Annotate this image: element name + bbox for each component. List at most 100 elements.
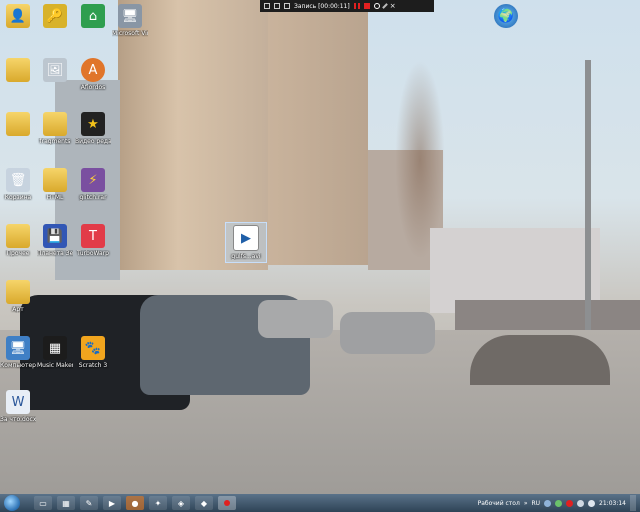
desktop-icon-home[interactable]: ⌂ (75, 4, 111, 30)
floppy-icon: 💾 (43, 224, 67, 248)
desktop-icon-avi-selected[interactable]: ▶ gulfs...avi (225, 222, 267, 263)
desktop-icon-glitch[interactable]: ⚡ glitch.rar (75, 168, 111, 201)
dirt-pile (470, 335, 610, 385)
desktop-icon-key[interactable]: 🔑 (37, 4, 73, 30)
taskbar-network-icon[interactable]: ◈ (172, 496, 190, 510)
desktop-icon-music-maker[interactable]: ▦ Music Maker... (37, 336, 73, 369)
clock[interactable]: 21:03:14 (599, 500, 626, 507)
video-file-icon: ▶ (233, 225, 259, 251)
desktop-icon-scratch[interactable]: 🐾 Scratch 3 (75, 336, 111, 369)
icon-label: HTML (46, 194, 64, 201)
taskbar-recorder-icon[interactable] (218, 496, 236, 510)
icon-label: Прочее (6, 250, 30, 257)
image-file-icon: 🖼 (43, 58, 67, 82)
key-icon: 🔑 (43, 4, 67, 28)
icon-label: Арт (12, 306, 24, 313)
virtual-pc-icon: 🖥 (118, 4, 142, 28)
recording-status: Запись [00:00:11] (294, 2, 350, 10)
desktop-toolbar-label[interactable]: Рабочий стол (478, 500, 520, 507)
system-tray: Рабочий стол » RU 21:03:14 (478, 494, 640, 512)
globe-icon: 🌍 (494, 4, 518, 28)
icon-label: Music Maker... (37, 362, 73, 369)
icon-label: За что.docx (0, 416, 36, 423)
stop-icon[interactable] (363, 3, 370, 9)
icon-label: Компьютер (0, 362, 36, 369)
word-document-icon: W (6, 390, 30, 414)
folder-icon (6, 58, 30, 82)
aflordos-icon: A (81, 58, 105, 82)
icon-label: Aflordos (80, 84, 106, 91)
desktop-icon-image[interactable]: 🖼 (37, 58, 73, 84)
video-editor-icon: ★ (81, 112, 105, 136)
desktop-icon-video-editor[interactable]: ★ Видео редакт... (75, 112, 111, 145)
folder-icon (6, 280, 30, 304)
desktop-icon-turbowarp[interactable]: T TurboWarp (75, 224, 111, 257)
home-icon: ⌂ (81, 4, 105, 28)
crop-icon[interactable] (274, 3, 280, 9)
window-icon[interactable] (284, 3, 290, 9)
icon-label: fragments (39, 138, 71, 145)
archive-icon: ⚡ (81, 168, 105, 192)
taskbar-explorer-icon[interactable]: ▭ (34, 496, 52, 510)
desktop-icon-folder-2[interactable] (0, 112, 36, 138)
desktop-icon-other[interactable]: Прочее (0, 224, 36, 257)
screenshot-icon[interactable] (373, 3, 380, 9)
show-desktop-button[interactable] (630, 495, 636, 511)
language-indicator[interactable]: RU (531, 500, 540, 507)
tray-volume-icon[interactable] (588, 499, 596, 507)
icon-label: Планета Земля (37, 250, 73, 257)
desktop-icon-planet-earth[interactable]: 💾 Планета Земля (37, 224, 73, 257)
pause-icon[interactable] (353, 3, 360, 9)
user-folder-icon: 👤 (6, 4, 30, 28)
taskbar-app-icon[interactable]: ▦ (57, 496, 75, 510)
icon-label: Видео редакт... (75, 138, 111, 145)
folder-icon (6, 224, 30, 248)
utility-pole (585, 60, 591, 350)
grey-car (340, 312, 435, 354)
desktop-icon-fragments[interactable]: fragments (37, 112, 73, 145)
folder-icon (43, 112, 67, 136)
icon-label: Scratch 3 (78, 362, 108, 369)
desktop-icon-docx[interactable]: W За что.docx (0, 390, 36, 423)
desktop-icon-computer[interactable]: 🖥 Компьютер (0, 336, 36, 369)
icon-label: TurboWarp (76, 250, 109, 257)
camera-icon[interactable] (264, 3, 270, 9)
desktop-icon-virtual-pc[interactable]: 🖥 Microsoft Virtual PC (112, 4, 148, 37)
tray-app-icon[interactable] (544, 499, 552, 507)
taskbar-browser-icon[interactable]: ● (126, 496, 144, 510)
chevron-icon[interactable]: » (524, 500, 528, 507)
tray-shield-icon[interactable] (555, 499, 563, 507)
desktop-icon-aflordos[interactable]: A Aflordos (75, 58, 111, 91)
pencil-icon[interactable] (381, 3, 388, 9)
desktop-icon-recycle-bin[interactable]: 🗑 Корзина (0, 168, 36, 201)
music-maker-icon: ▦ (43, 336, 67, 360)
desktop-icon-user[interactable]: 👤 (0, 4, 36, 30)
scratch-icon: 🐾 (81, 336, 105, 360)
desktop-icon-html[interactable]: HTML (37, 168, 73, 201)
icon-label: Корзина (4, 194, 32, 201)
computer-icon: 🖥 (6, 336, 30, 360)
screen-recorder-toolbar: Запись [00:00:11] × (260, 0, 434, 12)
icon-label: gulfs...avi (231, 253, 261, 260)
taskbar-game-icon[interactable]: ◆ (195, 496, 213, 510)
close-icon[interactable]: × (390, 3, 396, 10)
start-button[interactable] (4, 495, 20, 511)
icon-label: Microsoft Virtual PC (112, 30, 148, 37)
desktop-icon-folder-1[interactable] (0, 58, 36, 84)
desktop-wallpaper: 👤 🔑 ⌂ 🖥Microsoft Virtual PC 🖼 AAflordos … (0, 0, 640, 494)
desktop-icon-globe[interactable]: 🌍 (488, 4, 524, 30)
taskbar-tool-icon[interactable]: ✦ (149, 496, 167, 510)
recycle-bin-icon: 🗑 (6, 168, 30, 192)
icon-label: glitch.rar (79, 194, 107, 201)
taskbar: ▭ ▦ ✎ ▶ ● ✦ ◈ ◆ Рабочий стол » RU 21:03:… (0, 494, 640, 512)
tray-record-icon[interactable] (566, 499, 574, 507)
silver-car (258, 300, 333, 338)
folder-icon (6, 112, 30, 136)
tray-network-icon[interactable] (577, 499, 585, 507)
taskbar-paint-icon[interactable]: ✎ (80, 496, 98, 510)
folder-icon (43, 168, 67, 192)
desktop-icon-art[interactable]: Арт (0, 280, 36, 313)
tall-building-side (268, 10, 368, 265)
turbowarp-icon: T (81, 224, 105, 248)
taskbar-media-icon[interactable]: ▶ (103, 496, 121, 510)
